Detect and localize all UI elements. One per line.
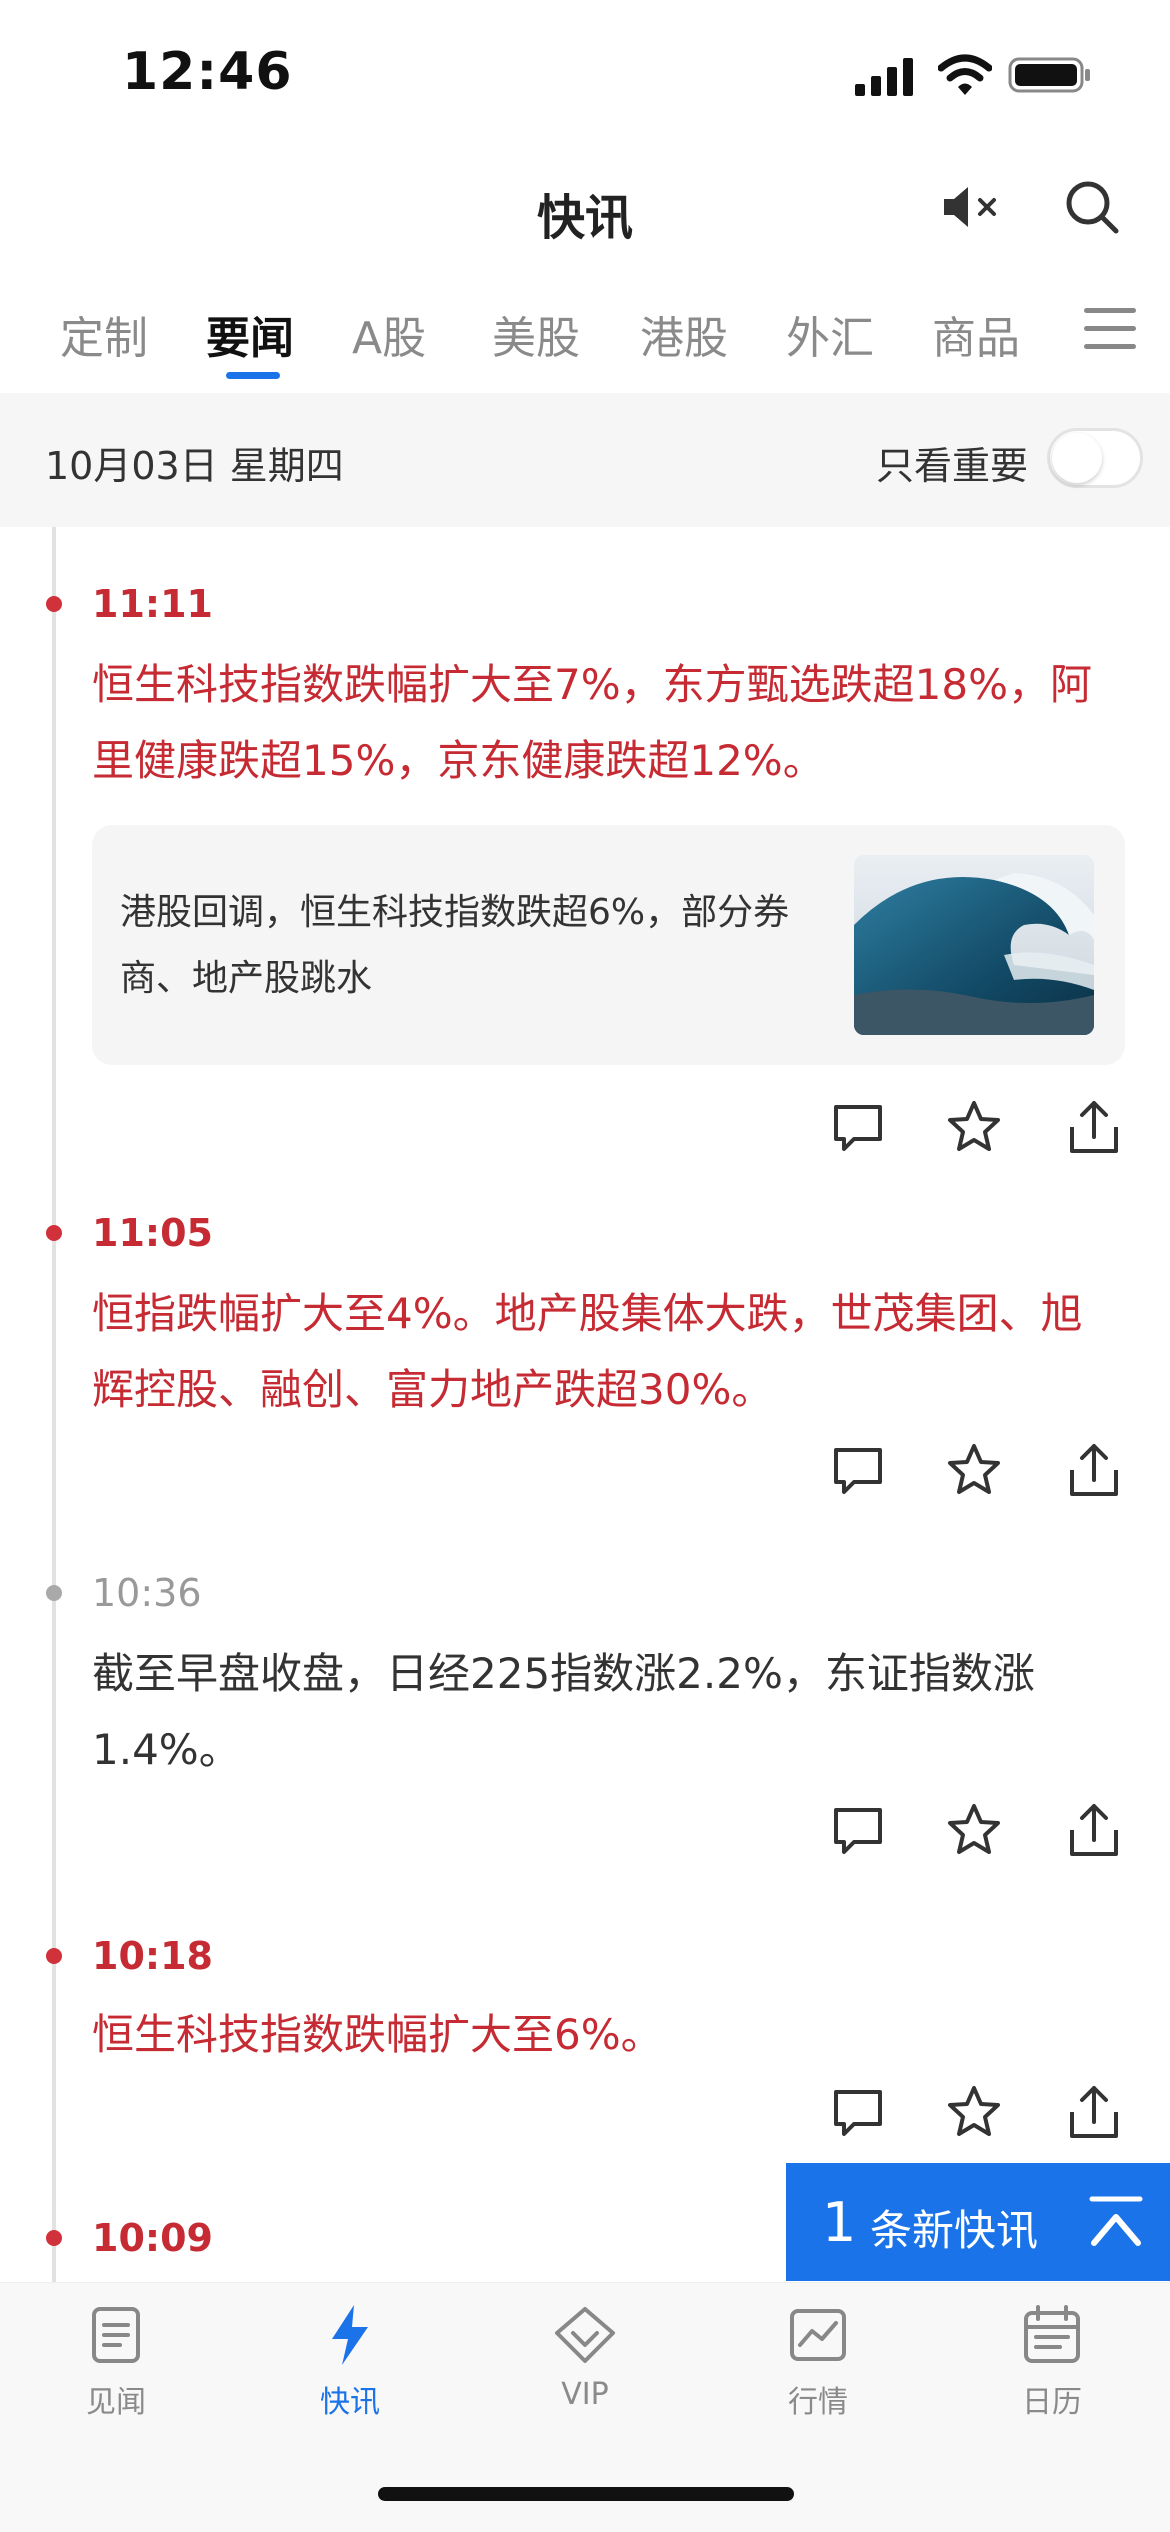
new-items-count: 1 bbox=[822, 2191, 857, 2254]
app-header: 快讯 bbox=[0, 160, 1170, 250]
active-tab-indicator bbox=[226, 372, 280, 379]
tab-us-stocks[interactable]: 美股 bbox=[492, 302, 580, 366]
share-icon[interactable] bbox=[1064, 2082, 1124, 2142]
ocean-wave-image bbox=[854, 855, 1094, 1035]
star-icon[interactable] bbox=[944, 1097, 1004, 1157]
star-icon[interactable] bbox=[944, 1800, 1004, 1860]
news-actions bbox=[828, 1440, 1118, 1500]
category-tabs: 定制 要闻 A股 美股 港股 外汇 商品 bbox=[0, 290, 1170, 385]
related-article-card[interactable]: 港股回调，恒生科技指数跌超6%，部分券商、地产股跳水 bbox=[92, 825, 1125, 1065]
new-items-label: 条新快讯 bbox=[870, 2206, 1039, 2255]
share-icon[interactable] bbox=[1064, 1440, 1124, 1500]
nav-item-calendar[interactable]: 日历 bbox=[972, 2303, 1132, 2421]
lightning-icon bbox=[332, 2305, 368, 2365]
tab-commodities[interactable]: 商品 bbox=[932, 302, 1020, 366]
diamond-icon bbox=[555, 2307, 615, 2363]
date-bar: 10月03日 星期四 只看重要 bbox=[0, 393, 1170, 527]
calendar-icon bbox=[1024, 2305, 1080, 2363]
menu-icon[interactable] bbox=[1082, 304, 1138, 354]
important-only-toggle[interactable] bbox=[1047, 428, 1143, 488]
chart-icon bbox=[790, 2309, 846, 2361]
share-icon[interactable] bbox=[1064, 1800, 1124, 1860]
important-only-label: 只看重要 bbox=[876, 444, 1029, 488]
tab-hk-stocks[interactable]: 港股 bbox=[640, 302, 728, 366]
news-text[interactable]: 恒指跌幅扩大至4%。地产股集体大跌，世茂集团、旭辉控股、融创、富力地产跌超30%… bbox=[92, 1276, 1112, 1428]
timeline-dot bbox=[46, 1948, 62, 1964]
news-time: 11:11 bbox=[92, 582, 213, 626]
comment-icon[interactable] bbox=[828, 1440, 888, 1500]
nav-label: 快讯 bbox=[320, 2385, 380, 2420]
nav-item-vip[interactable]: VIP bbox=[505, 2303, 665, 2412]
comment-icon[interactable] bbox=[828, 1800, 888, 1860]
nav-label: VIP bbox=[561, 2377, 609, 2412]
nav-label: 日历 bbox=[1022, 2385, 1082, 2420]
nav-item-flash[interactable]: 快讯 bbox=[270, 2303, 430, 2421]
related-article-title: 港股回调，恒生科技指数跌超6%，部分券商、地产股跳水 bbox=[120, 892, 790, 999]
nav-item-market[interactable]: 行情 bbox=[738, 2303, 898, 2421]
toggle-knob bbox=[1052, 433, 1102, 483]
news-actions bbox=[828, 1800, 1118, 1860]
tab-forex[interactable]: 外汇 bbox=[786, 302, 874, 366]
timeline-dot bbox=[46, 1585, 62, 1601]
news-text[interactable]: 截至早盘收盘，日经225指数涨2.2%，东证指数涨1.4%。 bbox=[92, 1636, 1112, 1788]
timeline-dot bbox=[46, 2230, 62, 2246]
news-time: 10:18 bbox=[92, 1934, 213, 1978]
comment-icon[interactable] bbox=[828, 1097, 888, 1157]
search-icon[interactable] bbox=[1063, 178, 1121, 236]
mute-icon[interactable] bbox=[940, 182, 1004, 232]
nav-label: 见闻 bbox=[86, 2385, 146, 2420]
news-text[interactable]: 恒生科技指数跌幅扩大至6%。 bbox=[92, 1997, 1112, 2073]
news-actions bbox=[828, 1097, 1118, 1157]
tab-headlines[interactable]: 要闻 bbox=[206, 302, 294, 366]
nav-label: 行情 bbox=[788, 2385, 848, 2420]
timeline-dot bbox=[46, 1225, 62, 1241]
star-icon[interactable] bbox=[944, 1440, 1004, 1500]
tab-custom[interactable]: 定制 bbox=[60, 302, 148, 366]
new-items-banner[interactable]: 1 条新快讯 bbox=[786, 2163, 1170, 2281]
wifi-icon bbox=[938, 54, 992, 95]
news-time: 10:09 bbox=[92, 2216, 213, 2260]
status-bar: 12:46 bbox=[0, 0, 1170, 150]
timeline-line bbox=[52, 527, 56, 2282]
comment-icon[interactable] bbox=[828, 2082, 888, 2142]
timeline-dot bbox=[46, 596, 62, 612]
chevron-up-icon bbox=[1089, 2196, 1143, 2246]
tab-a-shares[interactable]: A股 bbox=[352, 302, 426, 366]
news-time: 10:36 bbox=[92, 1571, 202, 1615]
news-time: 11:05 bbox=[92, 1211, 213, 1255]
news-actions bbox=[828, 2082, 1118, 2142]
news-text[interactable]: 恒生科技指数跌幅扩大至7%，东方甄选跌超18%，阿里健康跌超15%，京东健康跌超… bbox=[92, 647, 1112, 799]
home-indicator bbox=[378, 2487, 794, 2501]
battery-icon bbox=[1008, 57, 1090, 93]
nav-item-news[interactable]: 见闻 bbox=[36, 2303, 196, 2421]
cellular-signal-icon bbox=[855, 58, 913, 96]
share-icon[interactable] bbox=[1064, 1097, 1124, 1157]
document-icon bbox=[92, 2307, 140, 2363]
star-icon[interactable] bbox=[944, 2082, 1004, 2142]
date-label: 10月03日 星期四 bbox=[45, 444, 344, 488]
status-time: 12:46 bbox=[122, 42, 293, 102]
